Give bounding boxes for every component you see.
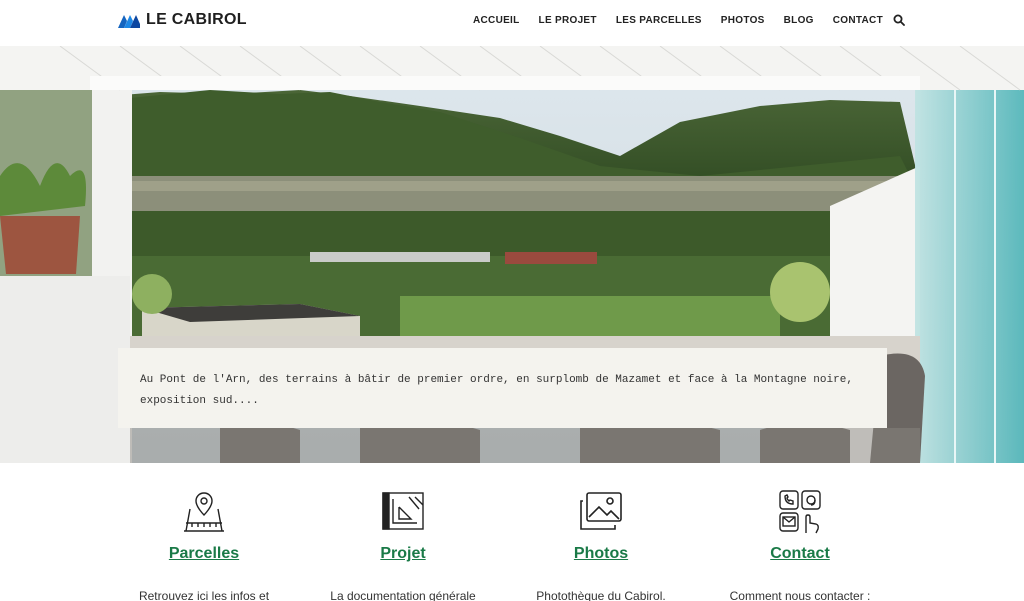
- feature-title-projet[interactable]: Projet: [303, 545, 503, 563]
- nav-item-photos[interactable]: PHOTOS: [721, 15, 765, 26]
- feature-photos: Photos Photothèque du Cabirol.: [501, 463, 701, 601]
- feature-projet: Projet La documentation générale: [303, 463, 503, 601]
- search-icon[interactable]: [893, 14, 905, 26]
- blueprint-icon[interactable]: [379, 489, 427, 535]
- hero-caption: Au Pont de l'Arn, des terrains à bâtir d…: [140, 374, 853, 407]
- feature-contact: Contact Comment nous contacter :: [700, 463, 900, 601]
- nav-item-le-projet[interactable]: LE PROJET: [539, 15, 597, 26]
- map-pin-icon[interactable]: [180, 489, 228, 535]
- hero-caption-card: Au Pont de l'Arn, des terrains à bâtir d…: [118, 348, 887, 428]
- photos-icon[interactable]: [577, 489, 625, 535]
- site-header: LE CABIROL ACCUEIL LE PROJET LES PARCELL…: [0, 0, 1024, 46]
- site-logo[interactable]: LE CABIROL: [118, 11, 247, 29]
- feature-desc-photos: Photothèque du Cabirol.: [536, 589, 666, 601]
- contact-icon[interactable]: [776, 489, 824, 535]
- main-nav: ACCUEIL LE PROJET LES PARCELLES PHOTOS B…: [473, 14, 905, 26]
- nav-item-les-parcelles[interactable]: LES PARCELLES: [616, 15, 702, 26]
- feature-title-parcelles[interactable]: Parcelles: [104, 545, 304, 563]
- nav-item-contact[interactable]: CONTACT: [833, 15, 883, 26]
- feature-desc-contact: Comment nous contacter :: [729, 589, 871, 601]
- feature-title-contact[interactable]: Contact: [700, 545, 900, 563]
- hero-banner: Au Pont de l'Arn, des terrains à bâtir d…: [0, 46, 1024, 463]
- nav-item-accueil[interactable]: ACCUEIL: [473, 15, 520, 26]
- features-section: Parcelles Retrouvez ici les infos et Pro…: [0, 463, 1024, 601]
- feature-parcelles: Parcelles Retrouvez ici les infos et: [104, 463, 304, 601]
- mountain-logo-icon: [118, 15, 140, 28]
- feature-desc-projet: La documentation générale: [330, 589, 476, 601]
- feature-desc-parcelles: Retrouvez ici les infos et: [138, 589, 270, 601]
- brand-name: LE CABIROL: [146, 11, 247, 28]
- feature-title-photos[interactable]: Photos: [501, 545, 701, 563]
- nav-item-blog[interactable]: BLOG: [784, 15, 814, 26]
